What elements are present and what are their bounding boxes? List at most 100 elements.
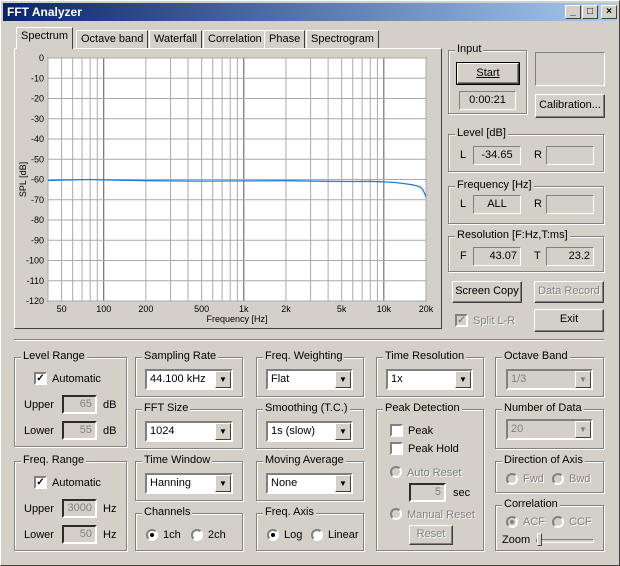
channels-1ch-radio[interactable] (146, 529, 158, 541)
tab-phase[interactable]: Phase (264, 30, 306, 49)
res-f-label: F (460, 250, 467, 262)
group-title: Freq. Range (21, 454, 87, 466)
tab-label: Spectrum (21, 30, 69, 42)
screen-copy-button[interactable]: Screen Copy (452, 281, 522, 303)
button-label: Calibration... (539, 99, 601, 111)
group-title: FFT Size (142, 402, 191, 414)
direction-fwd-radio[interactable] (506, 473, 518, 485)
spectrum-chart: 0 -10 -20 -30 -40 -50 -60 -70 -80 -90 -100 -110 -120… (18, 53, 434, 324)
time-window-select[interactable]: Hanning ▼ (145, 473, 233, 494)
group-title: Number of Data (502, 402, 584, 414)
correlation-acf-radio[interactable] (506, 516, 518, 528)
direction-bwd-label: Bwd (569, 473, 591, 485)
select-value: 1s (slow) (271, 425, 316, 437)
smoothing-select[interactable]: 1s (slow) ▼ (266, 421, 353, 442)
dropdown-arrow-icon: ▼ (215, 423, 231, 440)
select-value: None (271, 477, 298, 489)
group-title: Octave Band (502, 350, 570, 362)
correlation-acf-label: ACF (523, 516, 545, 528)
reset-seconds-unit: sec (453, 487, 471, 499)
zoom-slider-track[interactable] (536, 539, 594, 543)
manual-reset-radio[interactable] (390, 508, 402, 520)
tab-waterfall[interactable]: Waterfall (149, 30, 202, 49)
split-lr-checkbox[interactable]: ✓ (455, 314, 468, 327)
tab-label: Correlation (208, 33, 262, 45)
freq-upper-label: Upper (24, 503, 54, 515)
x-tick-label: 5k (337, 304, 347, 314)
tab-label: Spectrogram (311, 33, 374, 45)
direction-bwd-radio[interactable] (552, 473, 564, 485)
freq-upper-input[interactable]: 3000 (62, 499, 97, 518)
channels-1ch-label: 1ch (163, 529, 181, 541)
title-bar: FFT Analyzer (3, 3, 617, 21)
calibration-button[interactable]: Calibration... (535, 94, 605, 118)
level-upper-label: Upper (24, 399, 54, 411)
reset-seconds-input[interactable]: 5 (409, 483, 446, 502)
manual-reset-label: Manual Reset (407, 509, 475, 521)
group-title: Level Range (21, 350, 87, 362)
level-upper-input[interactable]: 65 (62, 395, 97, 414)
level-upper-unit: dB (103, 399, 117, 411)
split-lr-label: Split L-R (473, 315, 516, 327)
sampling-rate-select[interactable]: 44.100 kHz ▼ (145, 369, 233, 390)
freq-auto-checkbox[interactable]: ✓ (34, 476, 47, 489)
reset-button[interactable]: Reset (409, 525, 453, 545)
app-window: FFT Analyzer _ □ × Spectrum Octave band … (0, 0, 620, 566)
y-tick-label: -80 (31, 215, 44, 225)
x-axis-label: Frequency [Hz] (206, 314, 267, 324)
freq-axis-log-radio[interactable] (267, 529, 279, 541)
level-lower-input[interactable]: 55 (62, 421, 97, 440)
y-tick-label: -50 (31, 154, 44, 164)
tab-spectrogram[interactable]: Spectrogram (306, 30, 379, 49)
res-f-value: 43.07 (473, 247, 521, 266)
channels-2ch-radio[interactable] (191, 529, 203, 541)
time-resolution-select[interactable]: 1x ▼ (386, 369, 473, 390)
auto-reset-label: Auto Reset (407, 467, 462, 479)
select-value: Flat (271, 373, 290, 385)
dropdown-arrow-icon: ▼ (335, 475, 351, 492)
maximize-button[interactable]: □ (582, 5, 598, 19)
data-record-button[interactable]: Data Record (534, 281, 604, 303)
freq-r-value (546, 195, 594, 214)
peak-hold-checkbox[interactable] (390, 442, 403, 455)
dropdown-arrow-icon: ▼ (335, 423, 351, 440)
tab-correlation[interactable]: Correlation (203, 30, 267, 49)
y-tick-label: -60 (31, 175, 44, 185)
octave-band-select[interactable]: 1/3 ▼ (506, 369, 593, 390)
moving-average-select[interactable]: None ▼ (266, 473, 353, 494)
fft-size-select[interactable]: 1024 ▼ (145, 421, 233, 442)
level-auto-checkbox[interactable]: ✓ (34, 372, 47, 385)
freq-lower-input[interactable]: 50 (62, 525, 97, 544)
freq-axis-log-label: Log (284, 529, 303, 541)
y-tick-label: -120 (26, 296, 44, 306)
freq-axis-linear-radio[interactable] (311, 529, 323, 541)
minimize-button[interactable]: _ (565, 5, 581, 19)
peak-hold-label: Peak Hold (408, 443, 459, 455)
tab-spectrum[interactable]: Spectrum (16, 27, 74, 49)
exit-button[interactable]: Exit (534, 309, 604, 332)
select-value: Hanning (150, 477, 191, 489)
res-t-value: 23.2 (546, 247, 594, 266)
correlation-ccf-radio[interactable] (552, 516, 564, 528)
button-label: Start (476, 67, 500, 79)
select-value: 1/3 (511, 373, 527, 385)
freq-lower-label: Lower (24, 529, 54, 541)
level-l-label: L (460, 149, 467, 161)
select-value: 20 (511, 423, 524, 435)
peak-checkbox[interactable] (390, 424, 403, 437)
close-button[interactable]: × (601, 5, 617, 19)
level-meter (535, 52, 605, 86)
x-tick-label: 2k (281, 304, 291, 314)
number-of-data-select[interactable]: 20 ▼ (506, 419, 593, 440)
zoom-label: Zoom (502, 534, 531, 546)
auto-reset-radio[interactable] (390, 466, 402, 478)
tab-label: Waterfall (154, 33, 197, 45)
y-tick-label: -100 (26, 256, 44, 266)
zoom-slider-thumb[interactable] (537, 533, 542, 546)
y-tick-label: -40 (31, 134, 44, 144)
level-l-value: -34.65 (473, 146, 521, 165)
freq-weighting-select[interactable]: Flat ▼ (266, 369, 353, 390)
separator (14, 339, 604, 341)
tab-octave-band[interactable]: Octave band (76, 30, 149, 49)
start-button[interactable]: Start (456, 62, 520, 85)
